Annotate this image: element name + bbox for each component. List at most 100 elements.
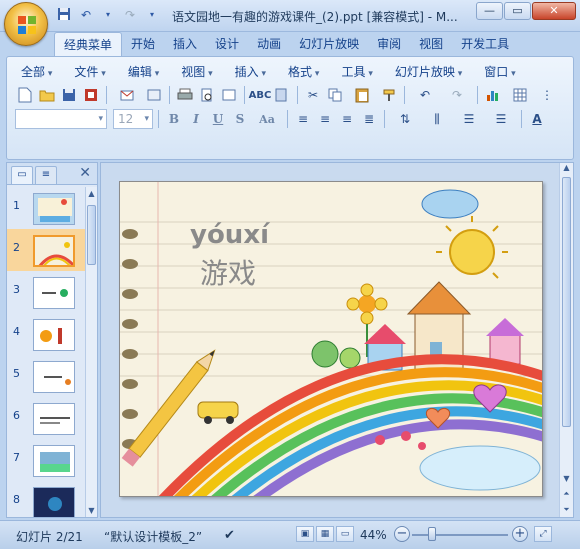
undo-icon[interactable]: ↶: [78, 7, 94, 23]
menu-insert[interactable]: 插入: [229, 63, 274, 81]
spellcheck-icon[interactable]: ✔: [224, 528, 235, 543]
slides-tab-icon[interactable]: ▭: [11, 166, 33, 184]
zoom-out-button[interactable]: −: [394, 526, 410, 542]
ribbon-tabs: 经典菜单 开始 插入 设计 动画 幻灯片放映 审阅 视图 开发工具: [0, 32, 580, 56]
research-icon[interactable]: [272, 85, 292, 105]
align-center-icon[interactable]: ≡: [315, 109, 335, 129]
menu-window[interactable]: 窗口: [478, 63, 523, 81]
italic-button[interactable]: I: [186, 109, 206, 129]
more-options-icon[interactable]: ⋮: [537, 85, 557, 105]
font-color-icon[interactable]: A: [527, 109, 547, 129]
tab-design[interactable]: 设计: [206, 32, 248, 56]
tab-slideshow[interactable]: 幻灯片放映: [290, 32, 368, 56]
slide-thumbnail-6[interactable]: 6: [7, 397, 85, 439]
slide-thumbnail-8[interactable]: 8: [7, 481, 85, 517]
change-case-button[interactable]: Aa: [252, 109, 282, 129]
tab-view[interactable]: 视图: [410, 32, 452, 56]
undo-icon[interactable]: ↶: [410, 85, 440, 105]
font-size-box[interactable]: 12: [113, 109, 153, 129]
publish-icon[interactable]: [144, 85, 164, 105]
zoom-slider-thumb[interactable]: [428, 527, 436, 541]
new-document-icon[interactable]: [15, 85, 35, 105]
close-button[interactable]: ✕: [532, 2, 576, 20]
strikethrough-button[interactable]: S: [230, 109, 250, 129]
slide-thumbnail-1[interactable]: 1: [7, 187, 85, 229]
cut-icon[interactable]: ✂: [303, 85, 323, 105]
menu-file[interactable]: 文件: [68, 63, 113, 81]
zoom-in-button[interactable]: +: [512, 526, 528, 542]
slide-chinese-text[interactable]: 游戏: [200, 252, 256, 292]
thumbnail-number: 4: [13, 325, 20, 338]
redo-icon[interactable]: ↷: [442, 85, 472, 105]
customize-qat-icon[interactable]: ▾: [144, 7, 160, 23]
tab-home[interactable]: 开始: [122, 32, 164, 56]
slide-thumbnail-5[interactable]: 5: [7, 355, 85, 397]
menu-tools[interactable]: 工具: [335, 63, 380, 81]
tab-animation[interactable]: 动画: [248, 32, 290, 56]
permission-icon[interactable]: [81, 85, 101, 105]
redo-icon[interactable]: ↷: [122, 7, 138, 23]
numbered-list-icon[interactable]: ☰: [454, 109, 484, 129]
print-preview-icon[interactable]: [197, 85, 217, 105]
bold-button[interactable]: B: [164, 109, 184, 129]
menu-all[interactable]: 全部: [15, 63, 60, 81]
text-direction-icon[interactable]: ⇅: [390, 109, 420, 129]
justify-icon[interactable]: ≣: [359, 109, 379, 129]
zoom-slider-track[interactable]: [412, 534, 508, 536]
zoom-level[interactable]: 44%: [360, 528, 387, 542]
menu-edit[interactable]: 编辑: [122, 63, 167, 81]
insert-table-icon[interactable]: [505, 85, 535, 105]
current-slide[interactable]: yóuxí 游戏: [119, 181, 543, 497]
scroll-thumb[interactable]: [562, 177, 571, 427]
menu-view[interactable]: 视图: [175, 63, 220, 81]
fit-to-window-icon[interactable]: ⤢: [534, 526, 552, 542]
menu-format[interactable]: 格式: [282, 63, 327, 81]
slide-thumbnail-3[interactable]: 3: [7, 271, 85, 313]
slide-thumbnail-4[interactable]: 4: [7, 313, 85, 355]
next-slide-icon[interactable]: ⏷: [560, 505, 573, 515]
thumbnail-image: [33, 319, 75, 351]
tab-developer[interactable]: 开发工具: [452, 32, 518, 56]
slide-sorter-icon[interactable]: ▦: [316, 526, 334, 542]
align-right-icon[interactable]: ≡: [337, 109, 357, 129]
tab-classic-menu[interactable]: 经典菜单: [54, 32, 123, 56]
open-folder-icon[interactable]: [37, 85, 57, 105]
minimize-button[interactable]: —: [476, 2, 503, 20]
slide-scrollbar[interactable]: ▲ ▼ ⏶ ⏷: [559, 163, 573, 517]
save-icon[interactable]: [56, 7, 72, 23]
tab-review[interactable]: 审阅: [368, 32, 410, 56]
align-left-icon[interactable]: ≡: [293, 109, 313, 129]
paste-icon[interactable]: [347, 85, 377, 105]
insert-chart-icon[interactable]: [483, 85, 503, 105]
scroll-up-icon[interactable]: ▲: [86, 189, 97, 198]
slideshow-view-icon[interactable]: ▭: [336, 526, 354, 542]
menu-slideshow[interactable]: 幻灯片放映: [389, 63, 470, 81]
scroll-down-icon[interactable]: ▼: [560, 474, 573, 483]
font-name-box[interactable]: [15, 109, 107, 129]
slide-pinyin-text[interactable]: yóuxí: [190, 220, 269, 250]
copy-icon[interactable]: [325, 85, 345, 105]
scroll-down-icon[interactable]: ▼: [86, 506, 97, 515]
print-icon[interactable]: [175, 85, 195, 105]
normal-view-icon[interactable]: ▣: [296, 526, 314, 542]
email-icon[interactable]: [112, 85, 142, 105]
save-icon[interactable]: [59, 85, 79, 105]
close-icon[interactable]: ✕: [79, 165, 91, 181]
thumbnail-scrollbar[interactable]: ▲ ▼: [85, 187, 97, 517]
spelling-icon[interactable]: ABC: [249, 85, 272, 105]
underline-button[interactable]: U: [208, 109, 228, 129]
tab-insert[interactable]: 插入: [164, 32, 206, 56]
columns-icon[interactable]: ⫼: [422, 109, 452, 129]
chevron-down-icon[interactable]: ▾: [100, 7, 116, 23]
format-painter-icon[interactable]: [379, 85, 399, 105]
scroll-thumb[interactable]: [87, 205, 96, 265]
bullet-list-icon[interactable]: ☰: [486, 109, 516, 129]
slide-view-icon[interactable]: [219, 85, 239, 105]
restore-button[interactable]: ▭: [504, 2, 531, 20]
slide-thumbnail-7[interactable]: 7: [7, 439, 85, 481]
previous-slide-icon[interactable]: ⏶: [560, 489, 573, 499]
slide-thumbnail-2[interactable]: 2: [7, 229, 85, 271]
scroll-up-icon[interactable]: ▲: [560, 163, 573, 172]
outline-tab-icon[interactable]: ≡: [35, 166, 57, 184]
office-button[interactable]: [4, 2, 48, 46]
